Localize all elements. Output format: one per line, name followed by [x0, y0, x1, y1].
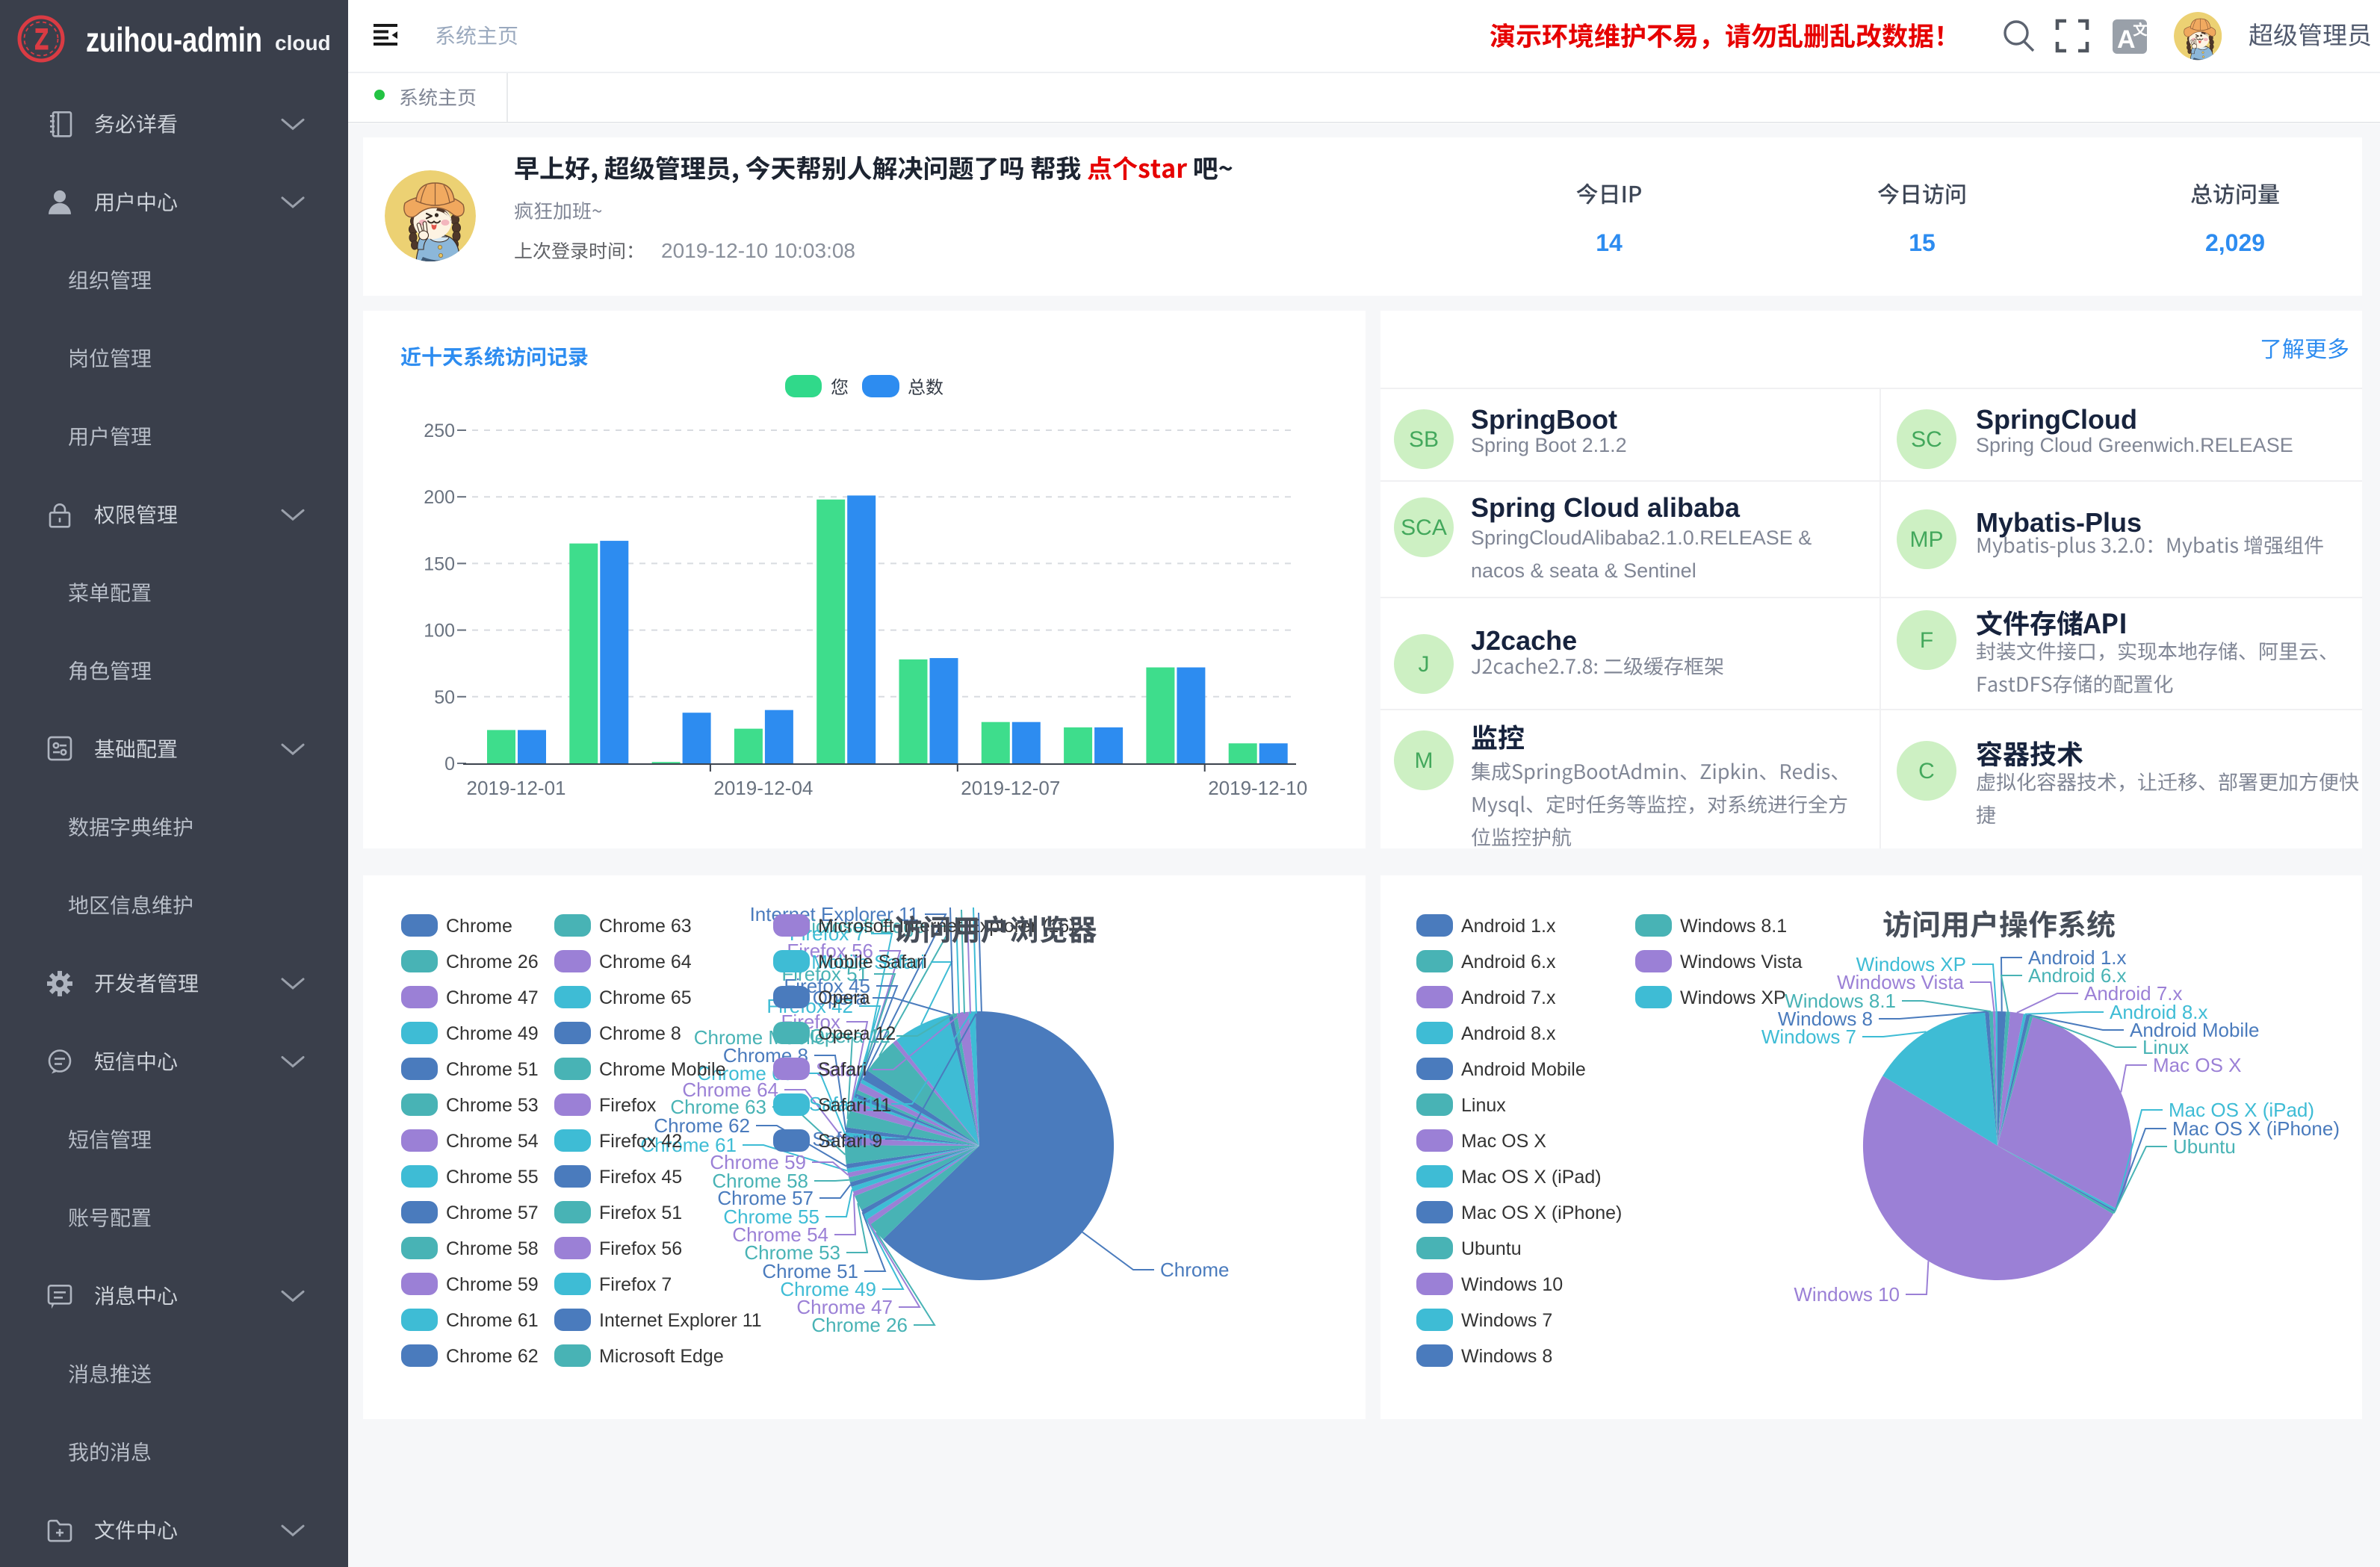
svg-text:Chrome 26: Chrome 26: [446, 952, 539, 972]
svg-text:Firefox 42: Firefox 42: [599, 1131, 682, 1152]
svg-text:Firefox: Firefox: [599, 1095, 657, 1116]
svg-text:cloud: cloud: [275, 31, 331, 55]
svg-text:250: 250: [424, 421, 455, 441]
svg-text:Firefox 51: Firefox 51: [599, 1203, 682, 1223]
svg-text:Android 7.x: Android 7.x: [1461, 987, 1556, 1008]
svg-text:Windows 10: Windows 10: [1461, 1274, 1563, 1295]
svg-text:Chrome 51: Chrome 51: [446, 1059, 539, 1080]
svg-text:Chrome 62: Chrome 62: [446, 1346, 539, 1367]
svg-text:Chrome 26: Chrome 26: [811, 1314, 908, 1336]
svg-text:Mobile Safari: Mobile Safari: [818, 952, 927, 972]
svg-text:Spring Cloud Greenwich.RELEASE: Spring Cloud Greenwich.RELEASE: [1976, 434, 2293, 456]
svg-text:2019-12-10: 2019-12-10: [1208, 777, 1307, 799]
svg-text:Android 6.x: Android 6.x: [1461, 952, 1556, 972]
svg-text:2019-12-01: 2019-12-01: [467, 777, 566, 799]
svg-text:Chrome 53: Chrome 53: [446, 1095, 539, 1116]
svg-text:Internet Explorer 11: Internet Explorer 11: [599, 1310, 762, 1331]
svg-text:15: 15: [1909, 229, 1936, 256]
svg-text:SpringBoot: SpringBoot: [1471, 404, 1617, 435]
svg-text:nacos & seata & Sentinel: nacos & seata & Sentinel: [1471, 559, 1696, 582]
svg-text:Mac OS X (iPad): Mac OS X (iPad): [1461, 1167, 1602, 1188]
svg-text:Firefox 45: Firefox 45: [599, 1167, 682, 1188]
svg-text:Safari: Safari: [818, 1059, 867, 1080]
svg-text:Chrome 65: Chrome 65: [599, 987, 692, 1008]
svg-text:Chrome 61: Chrome 61: [446, 1310, 539, 1331]
svg-text:200: 200: [424, 487, 455, 508]
svg-text:A: A: [2117, 25, 2136, 54]
svg-text:Chrome Mobile: Chrome Mobile: [599, 1059, 726, 1080]
svg-text:SC: SC: [1911, 427, 1942, 452]
svg-text:Android Mobile: Android Mobile: [1461, 1059, 1586, 1080]
svg-text:Microsoft Edge: Microsoft Edge: [599, 1346, 724, 1367]
svg-text:Chrome 58: Chrome 58: [446, 1238, 539, 1259]
svg-text:Windows Vista: Windows Vista: [1680, 952, 1803, 972]
svg-text:Windows XP: Windows XP: [1680, 987, 1786, 1008]
svg-text:Spring Boot 2.1.2: Spring Boot 2.1.2: [1471, 434, 1627, 456]
svg-text:Windows 10: Windows 10: [1794, 1283, 1900, 1306]
svg-text:Chrome 47: Chrome 47: [446, 987, 539, 1008]
svg-text:SB: SB: [1409, 427, 1439, 452]
svg-text:J2cache: J2cache: [1471, 625, 1577, 656]
svg-text:14: 14: [1596, 229, 1623, 256]
svg-text:2019-12-07: 2019-12-07: [961, 777, 1060, 799]
svg-text:SpringCloudAlibaba2.1.0.RELEAS: SpringCloudAlibaba2.1.0.RELEASE &: [1471, 527, 1812, 549]
svg-text:50: 50: [434, 687, 455, 708]
svg-text:Android 8.x: Android 8.x: [1461, 1023, 1556, 1044]
svg-text:zuihou-admin: zuihou-admin: [86, 20, 262, 59]
svg-text:Windows 7: Windows 7: [1761, 1025, 1856, 1048]
svg-text:Ubuntu: Ubuntu: [2173, 1135, 2236, 1158]
svg-text:2019-12-04: 2019-12-04: [713, 777, 813, 799]
svg-text:Chrome 64: Chrome 64: [599, 952, 692, 972]
svg-text:Android 1.x: Android 1.x: [1461, 916, 1556, 937]
svg-text:Mac OS X: Mac OS X: [2153, 1054, 2241, 1076]
svg-text:Chrome 54: Chrome 54: [446, 1131, 539, 1152]
svg-text:Safari 9: Safari 9: [818, 1131, 882, 1152]
svg-text:Windows 7: Windows 7: [1461, 1310, 1552, 1331]
svg-text:J: J: [1419, 652, 1430, 677]
svg-text:Chrome 57: Chrome 57: [446, 1203, 539, 1223]
svg-text:Mac OS X: Mac OS X: [1461, 1131, 1546, 1152]
svg-text:Safari 11: Safari 11: [818, 1095, 891, 1116]
svg-text:SpringCloud: SpringCloud: [1976, 404, 2137, 435]
svg-text:Windows 8.1: Windows 8.1: [1680, 916, 1787, 937]
svg-text:Chrome 63: Chrome 63: [599, 916, 692, 937]
svg-text:Chrome 8: Chrome 8: [599, 1023, 681, 1044]
svg-text:C: C: [1918, 759, 1935, 784]
svg-text:Opera 12: Opera 12: [818, 1023, 896, 1044]
svg-text:Chrome: Chrome: [446, 916, 512, 937]
svg-text:M: M: [1415, 748, 1434, 773]
svg-text:Firefox 7: Firefox 7: [599, 1274, 672, 1295]
svg-text:Mac OS X (iPhone): Mac OS X (iPhone): [1461, 1203, 1622, 1223]
svg-text:2,029: 2,029: [2205, 229, 2265, 256]
svg-text:2019-12-10 10:03:08: 2019-12-10 10:03:08: [661, 239, 855, 262]
svg-text:Spring Cloud alibaba: Spring Cloud alibaba: [1471, 492, 1741, 523]
svg-text:SCA: SCA: [1401, 515, 1447, 540]
svg-text:Chrome: Chrome: [1160, 1259, 1229, 1281]
svg-text:100: 100: [424, 621, 455, 642]
svg-text:150: 150: [424, 553, 455, 574]
svg-text:Linux: Linux: [1461, 1095, 1506, 1116]
svg-text:Windows 8: Windows 8: [1461, 1346, 1552, 1367]
svg-text:0: 0: [444, 754, 455, 775]
svg-text:Mybatis-Plus: Mybatis-Plus: [1976, 507, 2142, 538]
svg-text:Chrome 55: Chrome 55: [446, 1167, 539, 1188]
svg-text:Opera: Opera: [818, 987, 870, 1008]
svg-text:Ubuntu: Ubuntu: [1461, 1238, 1522, 1259]
svg-text:Firefox 56: Firefox 56: [599, 1238, 682, 1259]
svg-text:F: F: [1920, 628, 1933, 653]
svg-text:Chrome 49: Chrome 49: [446, 1023, 539, 1044]
svg-text:Chrome 59: Chrome 59: [446, 1274, 539, 1295]
svg-text:MP: MP: [1910, 527, 1944, 552]
